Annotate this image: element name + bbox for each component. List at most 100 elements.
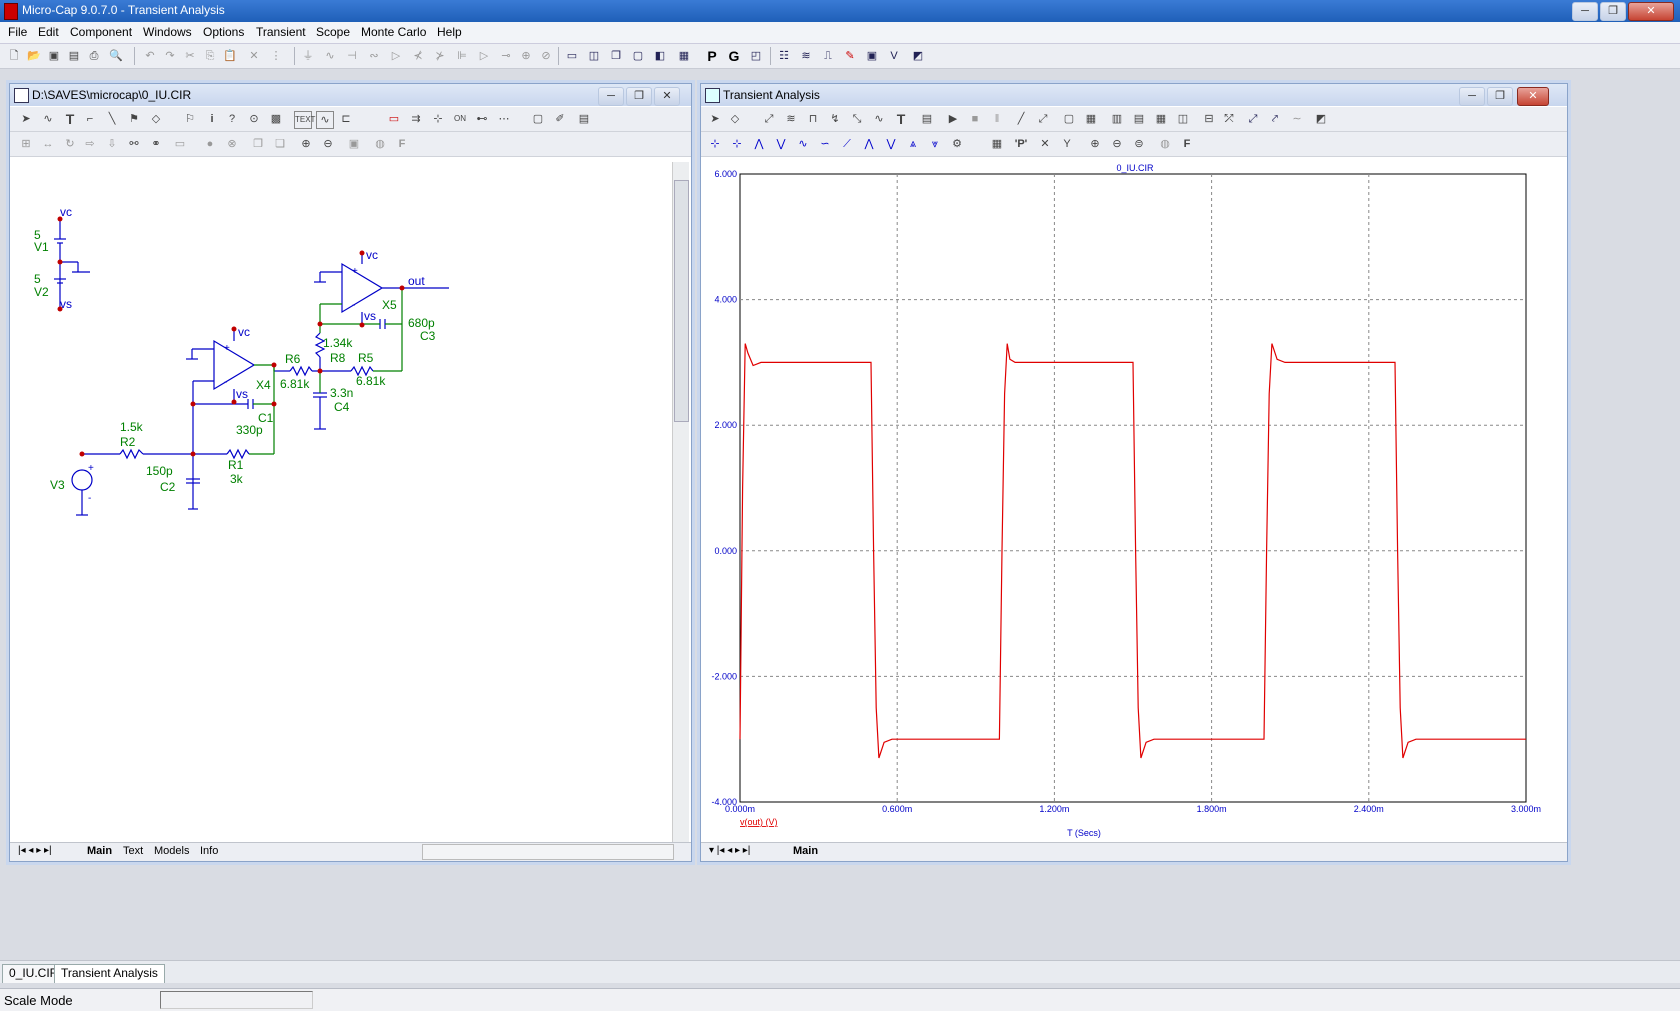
font-icon[interactable]: F: [1179, 136, 1195, 152]
camera-icon[interactable]: ▣: [346, 136, 362, 152]
resistor-icon[interactable]: ∿: [322, 48, 338, 64]
slope-icon[interactable]: ⤢: [1245, 111, 1261, 127]
x-cursor-icon[interactable]: ✕: [1037, 136, 1053, 152]
schematic-vscrollbar[interactable]: [672, 162, 689, 842]
schematic-minimize-button[interactable]: ─: [598, 87, 624, 106]
scale-mode-icon[interactable]: ⤢: [761, 111, 777, 127]
line-icon[interactable]: ⊷: [474, 111, 490, 127]
rows-icon[interactable]: ▤: [1131, 111, 1147, 127]
shapes-icon[interactable]: ◇: [727, 111, 743, 127]
window-icon[interactable]: ▢: [630, 48, 646, 64]
inductor-icon[interactable]: ∾: [366, 48, 382, 64]
property-p-icon[interactable]: P: [704, 48, 720, 64]
opamp-icon[interactable]: ▷: [476, 48, 492, 64]
menu-windows[interactable]: Windows: [143, 25, 192, 39]
cursor-left-icon[interactable]: ⊹: [707, 136, 723, 152]
transistor-icon[interactable]: ⊀: [410, 48, 426, 64]
property-p-icon[interactable]: 'P': [1013, 136, 1029, 152]
menu-edit[interactable]: Edit: [38, 25, 59, 39]
on-icon[interactable]: ON: [452, 111, 468, 127]
color-icon[interactable]: ▩: [268, 111, 284, 127]
battery-icon[interactable]: ⊫: [454, 48, 470, 64]
stop-icon[interactable]: ●: [202, 136, 218, 152]
global-high-icon[interactable]: ⋀: [861, 136, 877, 152]
slope2-icon[interactable]: ⤤: [1267, 111, 1283, 127]
global-low-icon[interactable]: ⋁: [883, 136, 899, 152]
save-icon[interactable]: ▣: [46, 48, 62, 64]
font-icon[interactable]: F: [394, 136, 410, 152]
list-icon[interactable]: ☷: [776, 48, 792, 64]
curve-icon[interactable]: ∼: [1289, 111, 1305, 127]
tab-info[interactable]: Info: [200, 845, 218, 857]
text-tool-icon[interactable]: T: [62, 111, 78, 127]
zoom-fit-icon[interactable]: ⊜: [1131, 136, 1147, 152]
flag2-icon[interactable]: ⚐: [182, 111, 198, 127]
point-tag-icon[interactable]: ⊓: [805, 111, 821, 127]
delete-icon[interactable]: ✕: [246, 48, 262, 64]
tangent-icon[interactable]: ⤱: [1221, 111, 1237, 127]
select-all-icon[interactable]: ⋮: [268, 48, 284, 64]
analysis-restore-button[interactable]: ❐: [1487, 87, 1513, 106]
pause-icon[interactable]: ‖: [989, 111, 1005, 127]
open-file-icon[interactable]: 📂: [26, 48, 42, 64]
stop-icon[interactable]: ■: [967, 111, 983, 127]
high-icon[interactable]: ∿: [795, 136, 811, 152]
low-icon[interactable]: ∽: [817, 136, 833, 152]
probe-red-icon[interactable]: ▭: [386, 111, 402, 127]
panel-icon[interactable]: ◰: [748, 48, 764, 64]
menu-scope[interactable]: Scope: [316, 25, 350, 39]
arrows-icon[interactable]: ⇉: [408, 111, 424, 127]
diagonal-wire-icon[interactable]: ╲: [104, 111, 120, 127]
help-icon[interactable]: ?: [224, 111, 240, 127]
mirror-icon[interactable]: ↔: [40, 136, 56, 152]
find-icon[interactable]: ⚯: [126, 136, 142, 152]
grid-g-icon[interactable]: G: [726, 48, 742, 64]
brush-icon[interactable]: ✐: [552, 111, 568, 127]
vd-icon[interactable]: V: [886, 48, 902, 64]
cancel-icon[interactable]: ⊗: [224, 136, 240, 152]
peak-icon[interactable]: ⋀: [751, 136, 767, 152]
horizontal-tag-icon[interactable]: ↯: [827, 111, 843, 127]
split-icon[interactable]: ◧: [652, 48, 668, 64]
menu-help[interactable]: Help: [437, 25, 462, 39]
tab-text[interactable]: Text: [123, 845, 143, 857]
menu-component[interactable]: Component: [70, 25, 132, 39]
text-display-icon[interactable]: TEXT: [294, 111, 315, 129]
point-icon[interactable]: ⊙: [246, 111, 262, 127]
select-arrow-icon[interactable]: ➤: [18, 111, 34, 127]
doc-tab-transient[interactable]: Transient Analysis: [54, 964, 165, 983]
pin-connect-icon[interactable]: ⊹: [430, 111, 446, 127]
npn-icon[interactable]: ⊁: [432, 48, 448, 64]
vertical-tag-icon[interactable]: ⤡: [849, 111, 865, 127]
zoom-in-icon[interactable]: ⊕: [298, 136, 314, 152]
grid-icon[interactable]: ▦: [1083, 111, 1099, 127]
step-icon[interactable]: ⎍: [820, 48, 836, 64]
pin-icon[interactable]: ⊏: [338, 111, 354, 127]
copy-icon[interactable]: ⎘: [202, 48, 218, 64]
schematic-restore-button[interactable]: ❐: [626, 87, 652, 106]
maximize-button[interactable]: ❐: [1600, 2, 1626, 21]
line-tool-icon[interactable]: ╱: [1013, 111, 1029, 127]
menu-file[interactable]: File: [8, 25, 27, 39]
frame-icon[interactable]: ▢: [530, 111, 546, 127]
rotate-icon[interactable]: ↻: [62, 136, 78, 152]
capacitor-icon[interactable]: ⊣: [344, 48, 360, 64]
component-icon[interactable]: ⊘: [538, 48, 554, 64]
performance-tag-icon[interactable]: ∿: [871, 111, 887, 127]
analysis-minimize-button[interactable]: ─: [1459, 87, 1485, 106]
orthogonal-wire-icon[interactable]: ⌐: [82, 111, 98, 127]
columns-icon[interactable]: ▥: [1109, 111, 1125, 127]
tile-vertical-icon[interactable]: ◫: [586, 48, 602, 64]
zoom-in-icon[interactable]: ⊕: [1087, 136, 1103, 152]
frame-icon[interactable]: ▢: [1061, 111, 1077, 127]
dotted-icon[interactable]: ⋯: [496, 111, 512, 127]
properties-icon[interactable]: ▤: [576, 111, 592, 127]
bottom-icon[interactable]: ⩔: [927, 136, 943, 152]
probe-icon[interactable]: ✎: [842, 48, 858, 64]
globe-icon[interactable]: ◍: [1157, 136, 1173, 152]
tag-icon[interactable]: ⚙: [949, 136, 965, 152]
flip-icon[interactable]: ⇨: [82, 136, 98, 152]
cut-icon[interactable]: ✂: [182, 48, 198, 64]
wire-icon[interactable]: ∿: [40, 111, 56, 127]
ground-icon[interactable]: ⏚: [300, 48, 316, 64]
